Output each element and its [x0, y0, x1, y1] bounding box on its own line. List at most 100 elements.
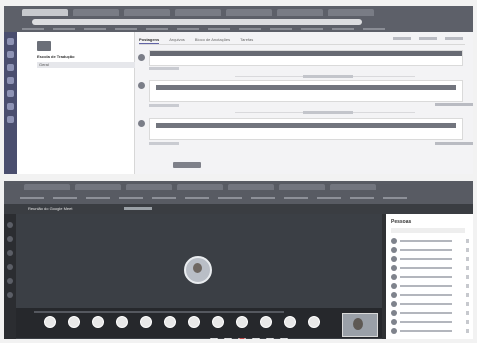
tab-notebook[interactable]: Bloco de Anotações: [195, 36, 230, 44]
meeting-recording-bar[interactable]: [156, 123, 456, 128]
bookmark-item[interactable]: [270, 28, 292, 30]
bookmark-item[interactable]: [284, 197, 308, 199]
bookmark-item[interactable]: [185, 197, 209, 199]
meet-button[interactable]: [393, 37, 411, 40]
rail-icon[interactable]: [7, 222, 13, 228]
bookmark-item[interactable]: [218, 197, 242, 199]
rail-icon[interactable]: [7, 278, 13, 284]
date-separator-label: [303, 111, 353, 114]
bookmark-item[interactable]: [317, 197, 341, 199]
browser-tab[interactable]: [226, 9, 272, 16]
rail-icon[interactable]: [7, 236, 13, 242]
tab-posts[interactable]: Postagens: [139, 36, 160, 44]
participant-row[interactable]: [391, 238, 469, 245]
message-card[interactable]: [149, 118, 463, 140]
more-options-button[interactable]: [445, 37, 463, 40]
chat-icon[interactable]: [236, 316, 248, 328]
new-conversation-button[interactable]: [173, 162, 201, 168]
bookmark-item[interactable]: [115, 28, 137, 30]
participant-row[interactable]: [391, 283, 469, 290]
rail-icon[interactable]: [7, 250, 13, 256]
participant-row[interactable]: [391, 301, 469, 308]
bookmark-item[interactable]: [251, 197, 275, 199]
volume-icon[interactable]: [116, 316, 128, 328]
team-name[interactable]: Escola de Tradução: [37, 54, 75, 59]
browser-tab[interactable]: [330, 184, 376, 190]
more-icon[interactable]: [308, 316, 320, 328]
calendar-icon[interactable]: [7, 90, 14, 97]
share-icon[interactable]: [212, 316, 224, 328]
browser-tab[interactable]: [175, 9, 221, 16]
bookmark-item[interactable]: [22, 28, 44, 30]
channel-info-button[interactable]: [419, 37, 437, 40]
assignments-icon[interactable]: [7, 77, 14, 84]
browser-tab[interactable]: [279, 184, 325, 190]
participant-row[interactable]: [391, 292, 469, 299]
participant-row[interactable]: [391, 256, 469, 263]
captions-icon[interactable]: [164, 316, 176, 328]
bookmark-item[interactable]: [119, 197, 143, 199]
people-search-input[interactable]: [391, 228, 465, 233]
activity-icon[interactable]: [7, 38, 14, 45]
reactions[interactable]: [435, 103, 473, 106]
bookmark-item[interactable]: [53, 28, 75, 30]
participant-row[interactable]: [391, 274, 469, 281]
browser-tab[interactable]: [22, 9, 68, 16]
participant-row[interactable]: [391, 265, 469, 272]
browser-tab[interactable]: [124, 9, 170, 16]
browser-tab[interactable]: [73, 9, 119, 16]
reply-link[interactable]: [149, 104, 179, 107]
browser-tab[interactable]: [277, 9, 323, 16]
files-icon[interactable]: [7, 116, 14, 123]
meeting-recording-bar[interactable]: [156, 85, 456, 90]
bookmark-item[interactable]: [177, 28, 199, 30]
browser-tab[interactable]: [228, 184, 274, 190]
message-card[interactable]: [149, 80, 463, 102]
calls-icon[interactable]: [7, 103, 14, 110]
browser-tab[interactable]: [126, 184, 172, 190]
teams-icon[interactable]: [7, 64, 14, 71]
back-icon[interactable]: [44, 316, 56, 328]
bookmark-item[interactable]: [20, 197, 44, 199]
bookmark-item[interactable]: [84, 28, 106, 30]
address-bar[interactable]: [32, 19, 362, 25]
bookmark-item[interactable]: [146, 28, 168, 30]
settings-icon[interactable]: [140, 316, 152, 328]
tab-assignments[interactable]: Tarefas: [240, 36, 253, 44]
bookmark-item[interactable]: [53, 197, 77, 199]
fullscreen-icon[interactable]: [188, 316, 200, 328]
people-icon[interactable]: [260, 316, 272, 328]
bookmark-item[interactable]: [208, 28, 230, 30]
chat-icon[interactable]: [7, 51, 14, 58]
participant-row[interactable]: [391, 319, 469, 326]
bookmark-item[interactable]: [332, 28, 354, 30]
message-card[interactable]: [149, 50, 463, 66]
browser-tab[interactable]: [328, 9, 374, 16]
forward-icon[interactable]: [92, 316, 104, 328]
reactions[interactable]: [435, 142, 473, 145]
browser-tab[interactable]: [75, 184, 121, 190]
bookmark-item[interactable]: [239, 28, 261, 30]
bookmark-item[interactable]: [350, 197, 374, 199]
channel-item-general[interactable]: Geral: [37, 62, 142, 68]
participant-row[interactable]: [391, 328, 469, 335]
playback-slider[interactable]: [34, 311, 284, 313]
browser-tab[interactable]: [177, 184, 223, 190]
tab-files[interactable]: Arquivos: [169, 36, 185, 44]
participant-row[interactable]: [391, 247, 469, 254]
participant-row[interactable]: [391, 310, 469, 317]
bookmark-item[interactable]: [383, 197, 407, 199]
bookmark-item[interactable]: [86, 197, 110, 199]
rail-icon[interactable]: [7, 292, 13, 298]
rail-icon[interactable]: [7, 264, 13, 270]
self-view-thumbnail[interactable]: [342, 313, 378, 337]
participant-avatar: [391, 274, 397, 280]
reply-link[interactable]: [149, 67, 179, 70]
bookmark-item[interactable]: [301, 28, 323, 30]
play-icon[interactable]: [68, 316, 80, 328]
cast-icon[interactable]: [284, 316, 296, 328]
bookmark-item[interactable]: [363, 28, 385, 30]
reply-link[interactable]: [149, 142, 179, 145]
browser-tab[interactable]: [24, 184, 70, 190]
bookmark-item[interactable]: [152, 197, 176, 199]
